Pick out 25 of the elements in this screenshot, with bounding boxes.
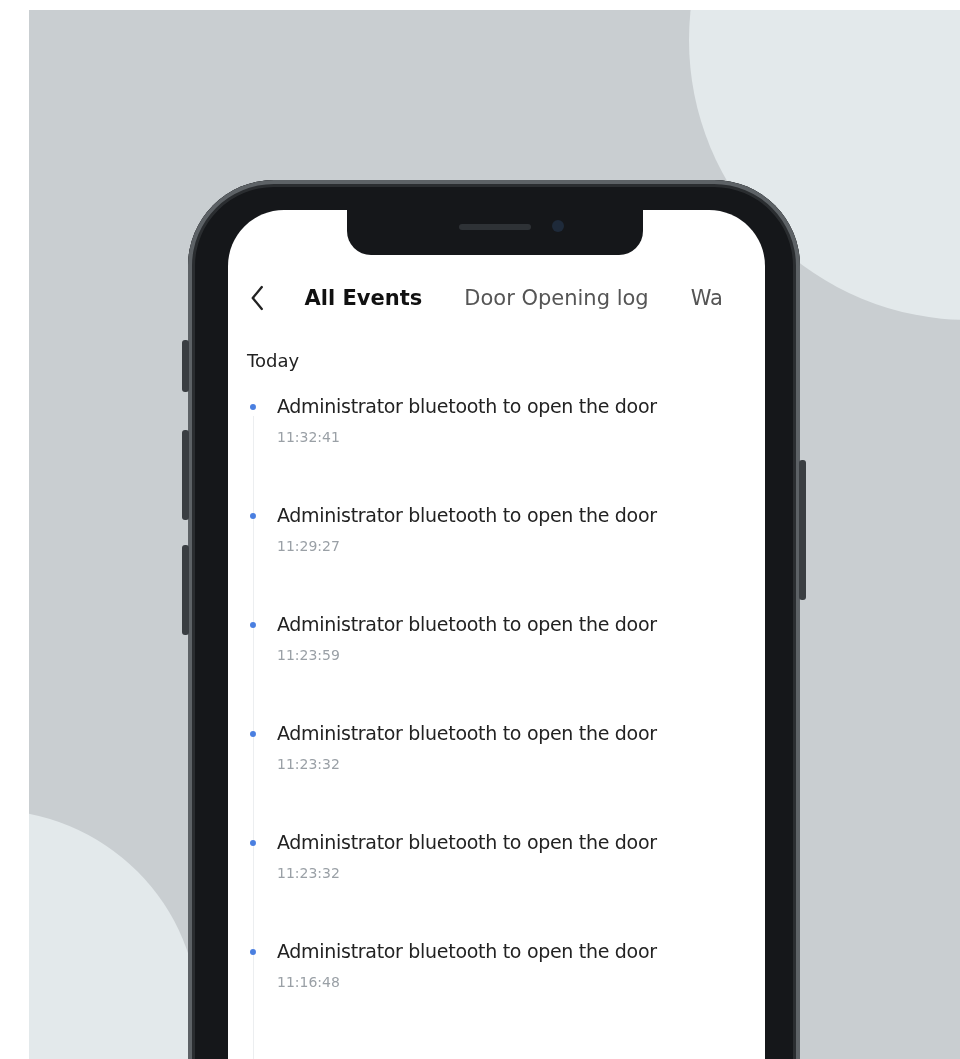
timeline-dot xyxy=(250,840,256,846)
timeline-dot xyxy=(250,622,256,628)
tab[interactable]: Wa xyxy=(690,286,723,310)
event-text: Administrator bluetooth to open the door xyxy=(277,830,657,855)
event-text: Administrator bluetooth to open the door xyxy=(277,394,657,419)
timeline-dot xyxy=(250,949,256,955)
event-time: 11:16:48 xyxy=(277,974,341,990)
event-text: Administrator bluetooth to open the door xyxy=(277,939,657,964)
tab[interactable]: Door Opening log xyxy=(464,286,649,310)
event-time: 11:23:32 xyxy=(277,756,341,772)
event-text: Administrator bluetooth to open the door xyxy=(277,721,657,746)
event-time: 11:23:59 xyxy=(277,647,341,663)
timeline-dot xyxy=(250,404,256,410)
event-text: Administrator bluetooth to open the door xyxy=(277,503,657,528)
back-icon[interactable] xyxy=(250,284,265,312)
camera-icon xyxy=(552,220,564,232)
event-time: 11:29:27 xyxy=(277,538,341,554)
tab[interactable]: All Events xyxy=(304,286,423,310)
event-time: 11:23:32 xyxy=(277,865,341,881)
section-heading: Today xyxy=(246,349,301,371)
event-time: 11:32:41 xyxy=(277,429,341,445)
speaker-grille xyxy=(459,224,531,230)
timeline-dot xyxy=(250,731,256,737)
timeline-dot xyxy=(250,513,256,519)
event-text: Administrator bluetooth to open the door xyxy=(277,612,657,637)
